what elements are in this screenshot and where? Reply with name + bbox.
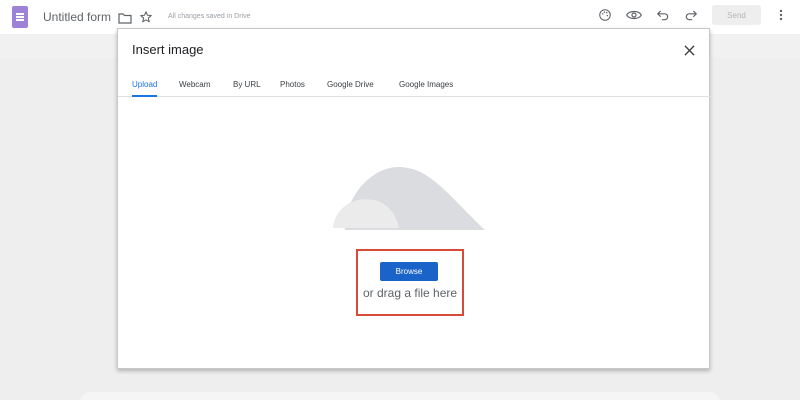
tab-photos[interactable]: Photos — [280, 80, 305, 97]
star-icon[interactable] — [137, 8, 155, 26]
dialog-tabs: Upload Webcam By URL Photos Google Drive… — [118, 69, 711, 97]
forms-logo-icon[interactable] — [12, 6, 28, 28]
tab-by-url[interactable]: By URL — [233, 80, 261, 97]
palette-icon[interactable] — [596, 6, 614, 24]
dialog-title: Insert image — [132, 42, 204, 57]
drag-file-text: or drag a file here — [363, 286, 458, 300]
save-status: All changes saved in Drive — [168, 13, 251, 20]
tab-upload[interactable]: Upload — [132, 80, 158, 97]
form-title[interactable]: Untitled form — [43, 10, 111, 24]
upload-highlight-box — [356, 249, 464, 316]
undo-icon[interactable] — [654, 6, 672, 24]
tab-google-drive[interactable]: Google Drive — [327, 80, 374, 97]
cloud-icon — [333, 160, 485, 245]
tab-google-images[interactable]: Google Images — [399, 80, 453, 97]
folder-icon[interactable] — [116, 9, 134, 27]
send-button[interactable]: Send — [712, 5, 761, 25]
close-icon[interactable] — [680, 41, 698, 59]
form-card-edge — [80, 392, 720, 400]
more-vert-icon[interactable] — [772, 6, 790, 24]
eye-icon[interactable] — [625, 6, 643, 24]
redo-icon[interactable] — [682, 6, 700, 24]
tab-webcam[interactable]: Webcam — [179, 80, 210, 97]
browse-button[interactable]: Browse — [380, 262, 438, 281]
